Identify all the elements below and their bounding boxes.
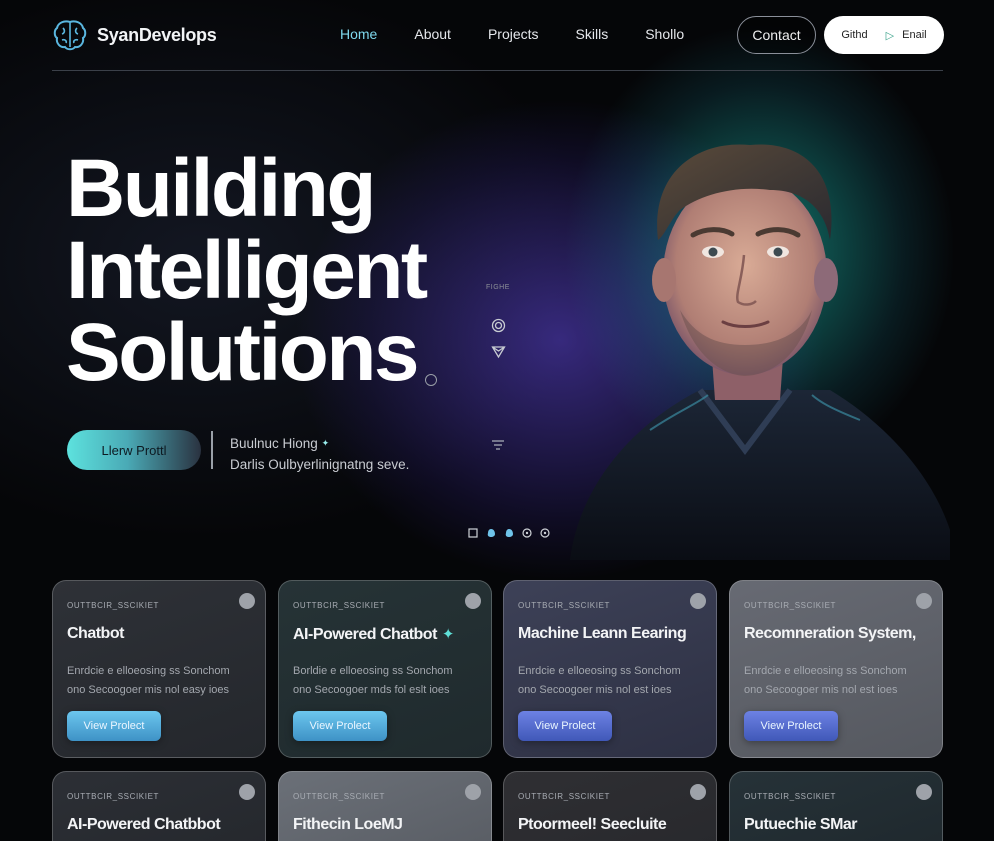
side-label: FIGHE bbox=[486, 284, 510, 291]
carousel-dot[interactable] bbox=[504, 528, 514, 538]
github-link[interactable]: Githd bbox=[841, 29, 867, 41]
card-title: AI-Powered Chatbbot bbox=[67, 816, 221, 833]
brand-logo[interactable]: SyanDevelops bbox=[52, 18, 217, 52]
sparkle-icon: ✦ bbox=[441, 626, 455, 643]
card-kicker: OUTTBCIR_SSCIKIET bbox=[67, 792, 159, 801]
hero-title-line: Intelligent bbox=[66, 225, 428, 316]
card-title: AI-Powered Chatbot ✦ bbox=[293, 625, 454, 644]
carousel-indicators bbox=[468, 528, 550, 538]
card-desc-line: ono Secoogoer mds fol eslt ioes bbox=[293, 684, 450, 696]
card-kicker: OUTTBCIR_SSCIKIET bbox=[744, 601, 836, 610]
nav-link-projects[interactable]: Projects bbox=[488, 26, 539, 42]
card-description: Borldie e elloeosing ss Sonchom ono Seco… bbox=[293, 662, 483, 700]
card-title: Ptoormeel! Seecluite bbox=[518, 816, 667, 833]
card-kicker: OUTTBCIR_SSCIKIET bbox=[518, 601, 610, 610]
triangle-down-icon[interactable] bbox=[491, 345, 506, 359]
target-icon[interactable] bbox=[491, 318, 506, 333]
view-project-button[interactable]: View Prolect bbox=[293, 711, 387, 741]
card-desc-line: ono Secoogoer mis nol est ioes bbox=[744, 684, 898, 696]
project-card[interactable]: OUTTBCIR_SSCIKIET Fithecin LoeMJ bbox=[278, 771, 492, 841]
filter-icon[interactable] bbox=[491, 438, 505, 452]
nav-link-shollo[interactable]: Shollo bbox=[645, 26, 684, 42]
carousel-dot[interactable] bbox=[468, 528, 478, 538]
card-desc-line: ono Secoogoer mis nol est ioes bbox=[518, 684, 672, 696]
email-link[interactable]: Enail bbox=[902, 29, 926, 41]
card-kicker: OUTTBCIR_SSCIKIET bbox=[744, 792, 836, 801]
brand-name: SyanDevelops bbox=[97, 24, 217, 45]
view-project-button[interactable]: View Prolect bbox=[744, 711, 838, 741]
hero-cta-button[interactable]: Llerw Prottl bbox=[67, 430, 201, 470]
carousel-dot[interactable] bbox=[540, 528, 550, 538]
nav-link-home[interactable]: Home bbox=[340, 26, 377, 42]
hero-title: Building Intelligent Solutions bbox=[66, 148, 486, 394]
card-desc-line: Borldie e elloeosing ss Sonchom bbox=[293, 665, 453, 677]
card-kicker: OUTTBCIR_SSCIKIET bbox=[67, 601, 159, 610]
project-card[interactable]: OUTTBCIR_SSCIKIET Putuechie SMar bbox=[729, 771, 943, 841]
card-title: Putuechie SMar bbox=[744, 816, 858, 833]
header-divider bbox=[52, 70, 943, 71]
tagline-subtext: Darlis Oulbyerlinignatng seve. bbox=[230, 457, 410, 472]
card-menu-dot[interactable] bbox=[465, 593, 481, 609]
nav-link-about[interactable]: About bbox=[414, 26, 451, 42]
card-title: Machine Leann Eearing bbox=[518, 625, 687, 642]
card-desc-line: ono Secoogoer mis nol easy ioes bbox=[67, 684, 230, 696]
card-title: Fithecin LoeMJ bbox=[293, 816, 403, 833]
card-title: Recomneration System, bbox=[744, 625, 916, 642]
card-description: Enrdcie e elloeosing ss Sonchom ono Seco… bbox=[67, 662, 257, 700]
card-kicker: OUTTBCIR_SSCIKIET bbox=[293, 792, 385, 801]
developer-portrait bbox=[570, 144, 950, 560]
card-kicker: OUTTBCIR_SSCIKIET bbox=[518, 792, 610, 801]
contact-button[interactable]: Contact bbox=[737, 16, 816, 54]
project-card[interactable]: OUTTBCIR_SSCIKIET AI-Powered Chatbot ✦ Bo… bbox=[278, 580, 492, 758]
card-desc-line: Enrdcie e elloeosing ss Sonchom bbox=[518, 665, 681, 677]
project-card[interactable]: OUTTBCIR_SSCIKIET Recomneration System, … bbox=[729, 580, 943, 758]
project-card[interactable]: OUTTBCIR_SSCIKIET Ptoormeel! Seecluite bbox=[503, 771, 717, 841]
main-menu: Home About Projects Skills Shollo bbox=[340, 26, 721, 42]
card-menu-dot[interactable] bbox=[239, 784, 255, 800]
project-card[interactable]: OUTTBCIR_SSCIKIET AI-Powered Chatbbot bbox=[52, 771, 266, 841]
brain-icon bbox=[53, 20, 87, 51]
project-card[interactable]: OUTTBCIR_SSCIKIET Chatbot Enrdcie e ello… bbox=[52, 580, 266, 758]
email-icon: ▷ bbox=[885, 29, 895, 42]
view-project-button[interactable]: View Prolect bbox=[518, 711, 612, 741]
card-description: Enrdcie e elloeosing ss Sonchom ono Seco… bbox=[744, 662, 934, 700]
tagline-heading: Buulnuc Hiong bbox=[230, 436, 318, 451]
hero-title-line: Building bbox=[66, 143, 376, 234]
circle-icon bbox=[425, 374, 437, 386]
card-menu-dot[interactable] bbox=[690, 784, 706, 800]
hero-title-line: Solutions bbox=[66, 307, 420, 398]
card-menu-dot[interactable] bbox=[916, 784, 932, 800]
nav-link-skills[interactable]: Skills bbox=[576, 26, 609, 42]
card-title-text: AI-Powered Chatbot bbox=[293, 626, 437, 643]
cta-divider bbox=[211, 431, 213, 469]
social-links-pill: Githd ▷ Enail bbox=[824, 16, 944, 54]
card-menu-dot[interactable] bbox=[239, 593, 255, 609]
hero-tagline: Buulnuc Hiong ✦ Darlis Oulbyerlinignatng… bbox=[230, 433, 409, 475]
card-desc-line: Enrdcie e elloeosing ss Sonchom bbox=[744, 665, 907, 677]
card-description: Enrdcie e elloeosing ss Sonchom ono Seco… bbox=[518, 662, 708, 700]
card-menu-dot[interactable] bbox=[690, 593, 706, 609]
card-kicker: OUTTBCIR_SSCIKIET bbox=[293, 601, 385, 610]
card-title: Chatbot bbox=[67, 625, 124, 642]
carousel-dot[interactable] bbox=[522, 528, 532, 538]
sparkle-icon: ✦ bbox=[321, 438, 330, 448]
top-navigation: SyanDevelops Home About Projects Skills … bbox=[0, 0, 994, 72]
card-menu-dot[interactable] bbox=[916, 593, 932, 609]
card-menu-dot[interactable] bbox=[465, 784, 481, 800]
carousel-dot[interactable] bbox=[486, 528, 496, 538]
card-desc-line: Enrdcie e elloeosing ss Sonchom bbox=[67, 665, 230, 677]
view-project-button[interactable]: View Prolect bbox=[67, 711, 161, 741]
project-card[interactable]: OUTTBCIR_SSCIKIET Machine Leann Eearing … bbox=[503, 580, 717, 758]
